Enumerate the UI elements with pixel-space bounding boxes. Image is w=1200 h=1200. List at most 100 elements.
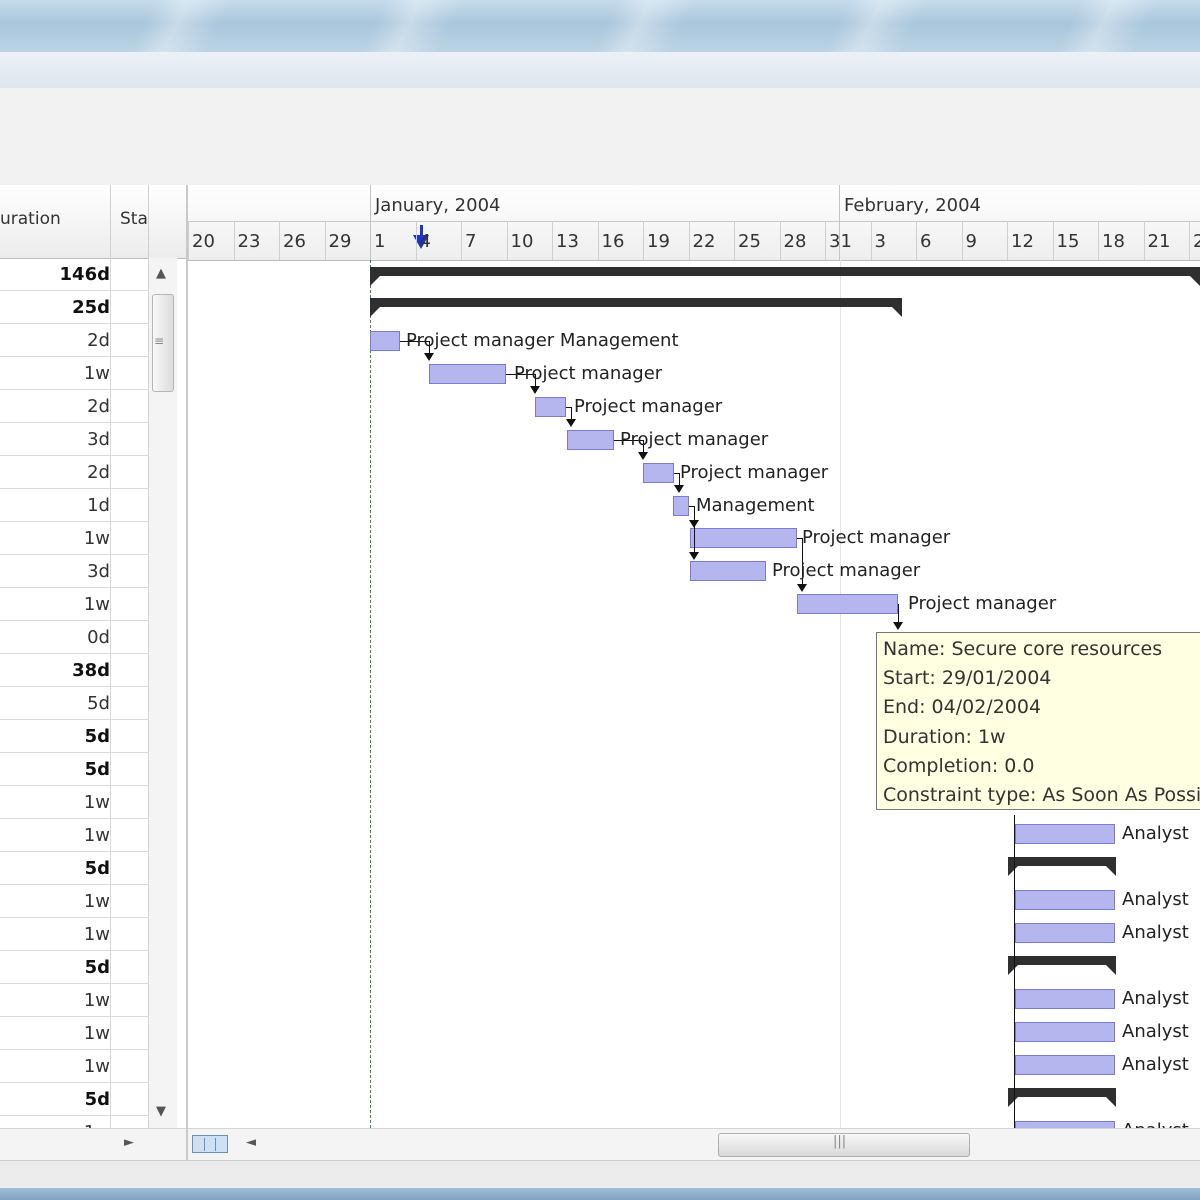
day-label: 20 xyxy=(192,231,215,252)
duration-cell: 1d xyxy=(87,495,110,516)
task-bar[interactable] xyxy=(643,463,674,483)
table-row[interactable]: 146d xyxy=(0,258,148,291)
table-row[interactable]: 1w xyxy=(0,918,148,951)
table-row[interactable]: 1w xyxy=(0,1050,148,1083)
column-header-start[interactable]: Sta xyxy=(120,209,148,229)
table-row[interactable]: 1w xyxy=(0,357,148,390)
grid-view-icon[interactable] xyxy=(192,1135,228,1153)
task-label: Analyst xyxy=(1122,1054,1189,1075)
table-row[interactable]: 5d xyxy=(0,687,148,720)
day-label: 23 xyxy=(237,231,261,252)
table-row[interactable]: 1w xyxy=(0,885,148,918)
table-row[interactable]: 1w xyxy=(0,1017,148,1050)
summary-bar[interactable] xyxy=(370,298,902,317)
scroll-left-arrow-icon[interactable]: ◄ xyxy=(246,1135,256,1150)
task-bar[interactable] xyxy=(797,594,898,614)
dependency-arrow-icon xyxy=(638,452,648,460)
table-row[interactable]: 5d xyxy=(0,951,148,984)
duration-cell: 2d xyxy=(87,330,110,351)
cell-divider xyxy=(110,456,111,489)
cell-divider xyxy=(110,687,111,720)
task-bar[interactable] xyxy=(1015,1022,1115,1042)
task-bar[interactable] xyxy=(1015,1055,1115,1075)
duration-cell: 1w xyxy=(83,363,110,384)
cell-divider xyxy=(110,621,111,654)
day-label: 29 xyxy=(328,231,352,252)
table-row[interactable]: 1w xyxy=(0,984,148,1017)
table-row[interactable]: 2d xyxy=(0,324,148,357)
column-header-duration[interactable]: uration xyxy=(0,209,61,229)
day-label: 13 xyxy=(556,231,579,252)
table-row[interactable]: 3d xyxy=(0,555,148,588)
duration-cell: 3d xyxy=(87,561,110,582)
day-label: 7 xyxy=(465,231,477,252)
day-divider xyxy=(597,221,599,260)
task-label: Project manager xyxy=(908,593,1057,614)
task-bar[interactable] xyxy=(429,364,506,384)
table-row[interactable]: 5d xyxy=(0,720,148,753)
day-divider xyxy=(1143,221,1145,260)
table-row[interactable]: 38d xyxy=(0,654,148,687)
table-row[interactable]: 1w xyxy=(0,819,148,852)
table-row[interactable]: 1w xyxy=(0,522,148,555)
table-row[interactable]: 1d xyxy=(0,489,148,522)
summary-bar[interactable] xyxy=(1008,956,1116,975)
day-divider xyxy=(552,221,553,260)
cell-divider xyxy=(110,753,111,786)
column-divider[interactable] xyxy=(148,185,149,258)
cell-divider xyxy=(110,555,111,588)
scroll-up-arrow-icon[interactable]: ▲ xyxy=(156,266,166,281)
table-row[interactable]: 1w xyxy=(0,588,148,621)
task-label: Analyst xyxy=(1122,922,1189,943)
table-row[interactable]: 3d xyxy=(0,423,148,456)
day-divider xyxy=(734,221,735,260)
task-bar[interactable] xyxy=(1015,989,1115,1009)
task-bar[interactable] xyxy=(1015,890,1115,910)
duration-cell: 38d xyxy=(72,660,110,681)
table-row[interactable]: 0d xyxy=(0,621,148,654)
day-divider xyxy=(825,221,826,260)
table-row[interactable]: 2d xyxy=(0,390,148,423)
task-grid: uration Sta 146d 25d 2d 1w 2d 3d 2d 1d 1w 3d 1w 0d 3… xyxy=(0,185,188,1161)
tooltip-constraint: Constraint type: As Soon As Possi xyxy=(883,784,1200,806)
task-bar[interactable] xyxy=(1015,824,1115,844)
task-bar[interactable] xyxy=(535,397,566,417)
table-row[interactable]: 25d xyxy=(0,291,148,324)
cell-divider xyxy=(110,258,111,291)
table-row[interactable]: 1w xyxy=(0,786,148,819)
task-bar[interactable] xyxy=(1015,1121,1115,1128)
day-label: 28 xyxy=(783,231,807,252)
dependency-line xyxy=(1014,815,1015,1128)
day-divider xyxy=(461,221,462,260)
cell-divider xyxy=(110,1083,111,1116)
scroll-right-arrow-icon[interactable]: ► xyxy=(124,1135,134,1150)
day-divider xyxy=(1098,221,1099,260)
task-bar[interactable] xyxy=(370,331,400,351)
table-row[interactable]: 5d xyxy=(0,753,148,786)
task-bar[interactable] xyxy=(690,528,797,548)
summary-bar[interactable] xyxy=(1008,1088,1116,1107)
scroll-down-arrow-icon[interactable]: ▼ xyxy=(156,1104,166,1119)
month-label-january: January, 2004 xyxy=(375,195,501,216)
task-bar[interactable] xyxy=(567,430,614,450)
grid-horizontal-scrollbar[interactable]: ► xyxy=(0,1128,186,1161)
duration-cell: 1w xyxy=(83,1056,110,1077)
task-bar[interactable] xyxy=(673,496,689,516)
task-bar[interactable] xyxy=(690,561,766,581)
dependency-arrow-icon xyxy=(797,584,807,592)
column-divider[interactable] xyxy=(110,185,111,258)
summary-bar[interactable] xyxy=(370,267,1200,286)
day-label: 15 xyxy=(1056,231,1080,252)
duration-cell: 1w xyxy=(83,528,110,549)
grid-vertical-scrollbar[interactable]: ▲ ≡ ▼ xyxy=(148,258,177,1128)
table-row[interactable]: 5d xyxy=(0,852,148,885)
table-row[interactable]: 2d xyxy=(0,456,148,489)
day-label: 6 xyxy=(920,231,932,252)
duration-cell: 3d xyxy=(87,429,110,450)
chart-horizontal-scrollbar[interactable]: ◄ ||| xyxy=(188,1128,1200,1161)
table-row[interactable]: 5d xyxy=(0,1083,148,1116)
task-bar[interactable] xyxy=(1015,923,1115,943)
summary-bar[interactable] xyxy=(1008,857,1116,876)
duration-cell: 5d xyxy=(84,726,110,747)
task-label: Analyst xyxy=(1122,889,1189,910)
